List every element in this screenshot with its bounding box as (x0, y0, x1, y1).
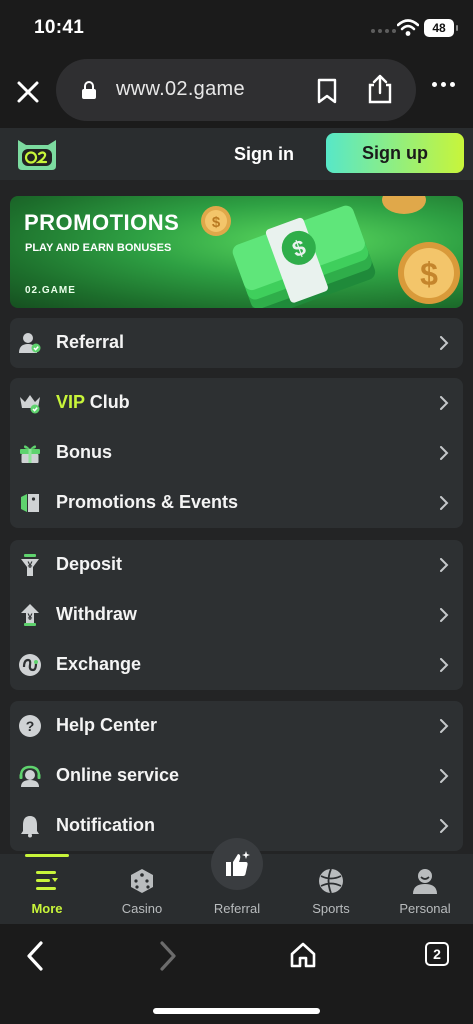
battery-icon: 48 (424, 19, 458, 37)
home-icon[interactable] (288, 940, 318, 970)
svg-text:¥: ¥ (27, 560, 32, 570)
cash-stack-icon: $ (232, 205, 376, 308)
menu-item-vip-club[interactable]: VIP Club (10, 378, 463, 428)
thumbs-up-icon (226, 851, 250, 876)
exchange-icon (19, 654, 41, 676)
more-options-icon[interactable] (432, 82, 455, 87)
menu-item-promotions-events[interactable]: Promotions & Events (10, 478, 463, 528)
headset-icon (19, 765, 41, 787)
nav-label-casino: Casino (121, 901, 163, 916)
menu-label-referral: Referral (56, 332, 125, 352)
gift-icon (20, 445, 40, 463)
crown-icon (20, 395, 40, 414)
coin-icon: $ (398, 242, 460, 304)
address-field[interactable]: www.02.game (56, 59, 416, 121)
vip-club-suffix: Club (84, 392, 130, 412)
status-time: 10:41 (34, 17, 85, 38)
vip-highlight: VIP (56, 392, 85, 412)
menu-label-help-center: Help Center (56, 715, 158, 735)
chevron-right-icon (440, 608, 449, 622)
chevron-right-icon (440, 819, 449, 833)
menu-label-online-service: Online service (56, 765, 180, 785)
svg-text:?: ? (26, 718, 35, 734)
browser-url-bar: www.02.game (0, 56, 473, 128)
svg-text:¥: ¥ (27, 612, 32, 622)
menu-card-support: ? Help Center Online service Notificatio… (10, 701, 463, 851)
chevron-right-icon (440, 336, 449, 350)
wifi-icon (397, 19, 419, 36)
lock-icon (82, 81, 96, 99)
chevron-right-icon (440, 719, 449, 733)
url-text: www.02.game (116, 78, 245, 100)
menu-item-exchange[interactable]: Exchange (10, 640, 463, 690)
cellular-signal-icon (371, 29, 396, 33)
menu-item-withdraw[interactable]: ¥ Withdraw (10, 590, 463, 640)
nav-item-more[interactable]: More (17, 854, 77, 924)
coin-icon (382, 196, 426, 214)
menu-label-withdraw: Withdraw (56, 604, 137, 624)
bell-icon (21, 816, 39, 838)
menu-card-referral: Referral (10, 318, 463, 368)
chevron-right-icon (440, 769, 449, 783)
menu-label-deposit: Deposit (56, 554, 123, 574)
dice-icon (131, 869, 153, 893)
status-bar: 10:41 48 (0, 0, 473, 56)
referral-user-icon (19, 333, 41, 353)
more-icon (36, 871, 58, 890)
back-icon[interactable] (24, 940, 46, 972)
menu-item-help-center[interactable]: ? Help Center (10, 701, 463, 751)
sign-in-button[interactable]: Sign in (210, 136, 318, 172)
nav-label-referral: Referral (213, 901, 261, 916)
menu-label-bonus: Bonus (56, 442, 112, 462)
bookmark-icon[interactable] (316, 78, 338, 104)
help-icon: ? (19, 715, 41, 737)
menu-card-rewards: VIP Club Bonus Promotions & Events (10, 378, 463, 528)
nav-item-casino[interactable]: Casino (112, 854, 172, 924)
menu-label-notification: Notification (56, 815, 155, 835)
chevron-right-icon (440, 496, 449, 510)
browser-toolbar: 2 (0, 924, 473, 1024)
deposit-icon: ¥ (21, 554, 39, 576)
nav-label-personal: Personal (399, 901, 451, 916)
share-icon[interactable] (366, 74, 394, 104)
chevron-right-icon (440, 396, 449, 410)
forward-icon[interactable] (157, 940, 179, 972)
withdraw-icon: ¥ (21, 604, 39, 626)
chevron-right-icon (440, 446, 449, 460)
chevron-right-icon (440, 558, 449, 572)
banner-brand: 02.GAME (25, 285, 76, 296)
close-icon[interactable] (14, 78, 42, 106)
menu-item-online-service[interactable]: Online service (10, 751, 463, 801)
menu-item-deposit[interactable]: ¥ Deposit (10, 540, 463, 590)
menu-item-bonus[interactable]: Bonus (10, 428, 463, 478)
nav-label-more: More (31, 901, 63, 916)
home-indicator (153, 1008, 320, 1014)
chevron-right-icon (440, 658, 449, 672)
menu-item-referral[interactable]: Referral (10, 318, 463, 368)
banner-title: PROMOTIONS (24, 210, 180, 235)
sign-up-button[interactable]: Sign up (326, 133, 464, 173)
nav-item-sports[interactable]: Sports (301, 854, 361, 924)
menu-label-promotions-events: Promotions & Events (56, 492, 239, 512)
logo-icon[interactable] (14, 136, 60, 172)
svg-text:$: $ (420, 256, 438, 292)
site-header: Sign in Sign up (0, 128, 473, 180)
menu-card-wallet: ¥ Deposit ¥ Withdraw Exchange (10, 540, 463, 690)
promotions-banner[interactable]: PROMOTIONS PLAY AND EARN BONUSES 02.GAME… (10, 196, 463, 308)
tag-icon (21, 494, 39, 512)
nav-label-sports: Sports (312, 901, 350, 916)
menu-label-exchange: Exchange (56, 654, 142, 674)
ball-icon (319, 868, 343, 894)
menu-label-vip-club: VIP Club (56, 392, 130, 413)
nav-item-personal[interactable]: Personal (393, 854, 457, 924)
person-icon (413, 869, 437, 894)
referral-nav-bubble[interactable] (211, 838, 263, 890)
banner-subtitle: PLAY AND EARN BONUSES (25, 242, 172, 254)
tabs-button[interactable]: 2 (425, 942, 449, 966)
